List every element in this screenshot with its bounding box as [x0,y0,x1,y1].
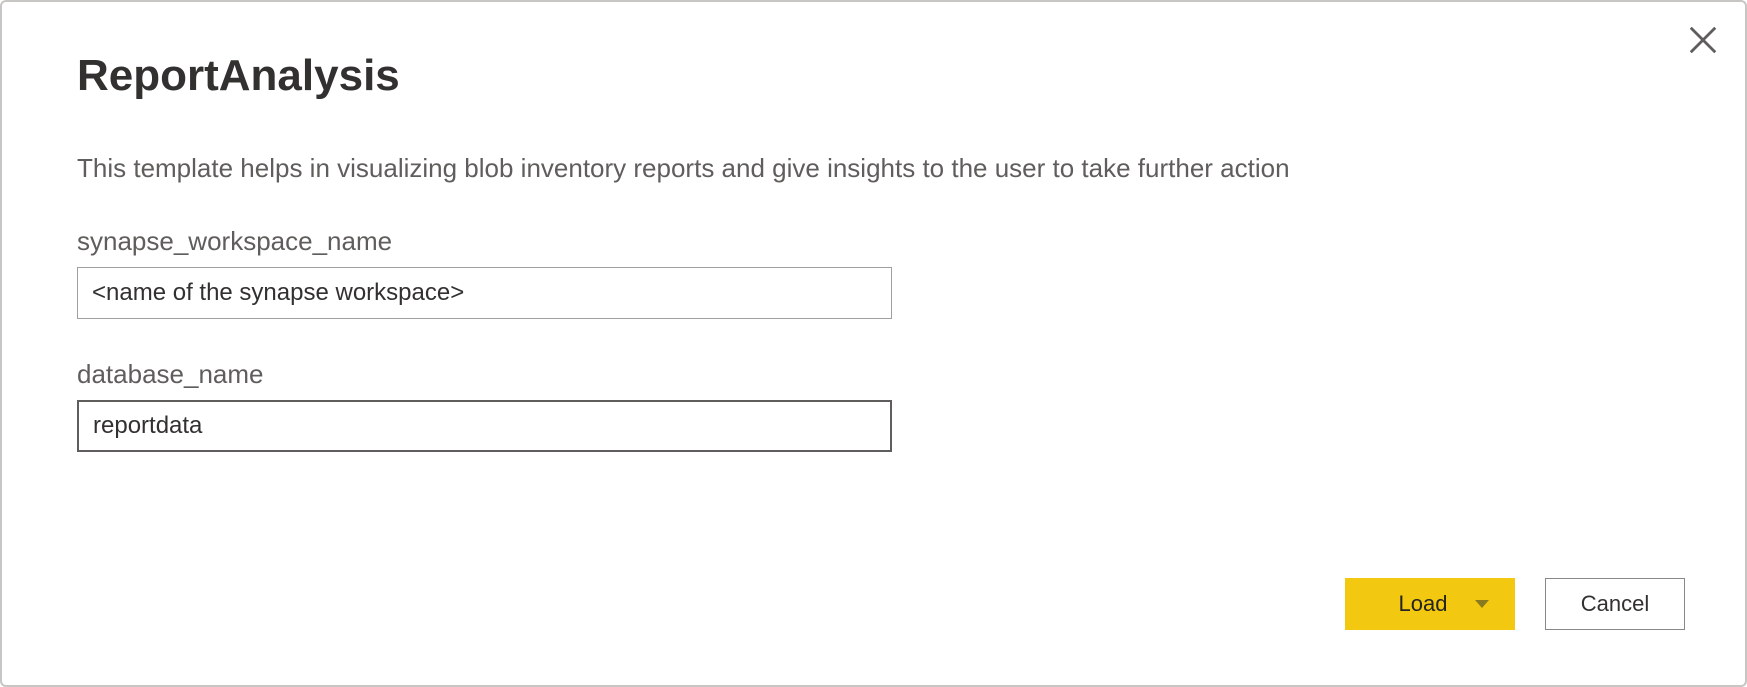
field-database-name: database_name [77,359,1670,452]
synapse-workspace-name-input[interactable] [77,267,892,319]
close-icon [1689,26,1717,54]
dialog-title: ReportAnalysis [77,52,1670,100]
dialog-footer: Load Cancel [1345,578,1685,630]
synapse-workspace-name-label: synapse_workspace_name [77,226,1670,257]
database-name-input[interactable] [77,400,892,452]
chevron-down-icon [1475,600,1489,608]
dialog-description: This template helps in visualizing blob … [77,152,1670,186]
load-button[interactable]: Load [1345,578,1515,630]
database-name-label: database_name [77,359,1670,390]
field-synapse-workspace-name: synapse_workspace_name [77,226,1670,319]
cancel-button[interactable]: Cancel [1545,578,1685,630]
cancel-button-label: Cancel [1581,591,1649,617]
close-button[interactable] [1683,20,1723,60]
template-parameter-dialog: ReportAnalysis This template helps in vi… [0,0,1747,687]
load-button-label: Load [1399,591,1448,617]
